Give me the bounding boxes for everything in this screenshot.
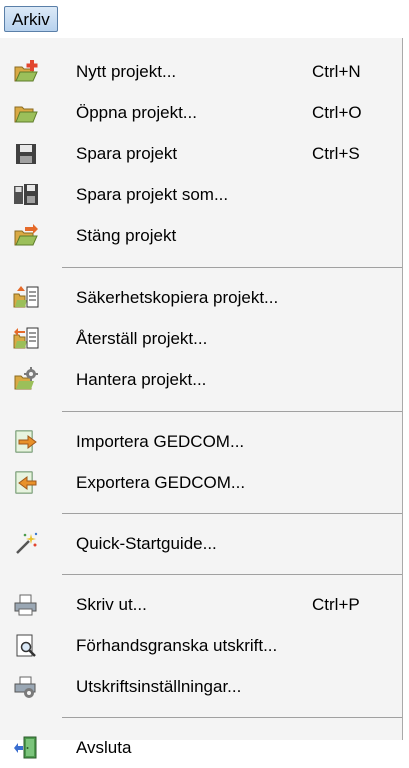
arkiv-menu-button[interactable]: Arkiv	[4, 6, 58, 32]
menu-separator	[62, 717, 402, 718]
restore-icon	[12, 325, 40, 353]
menu-item-label: Avsluta	[76, 738, 132, 757]
save-icon	[12, 140, 40, 168]
save-as-icon	[12, 181, 40, 209]
menu-item-label: Återställ projekt...	[76, 329, 208, 348]
close-project-icon	[12, 222, 40, 250]
menu-item-import-gedcom[interactable]: Importera GEDCOM...	[0, 422, 402, 462]
menu-item-label: Förhandsgranska utskrift...	[76, 636, 278, 655]
menu-item-label: Quick-Startguide...	[76, 534, 217, 553]
menu-item-quick-start-guide[interactable]: Quick-Startguide...	[0, 524, 402, 564]
print-preview-icon	[12, 632, 40, 660]
menu-item-close-project[interactable]: Stäng projekt	[0, 216, 402, 256]
exit-icon	[12, 734, 40, 762]
menu-item-label: Säkerhetskopiera projekt...	[76, 288, 279, 307]
menu-item-shortcut: Ctrl+N	[312, 62, 361, 81]
manage-projects-icon	[12, 366, 40, 394]
menu-item-label: Utskriftsinställningar...	[76, 677, 242, 696]
menubar: Arkiv	[0, 0, 409, 40]
menu-item-print-settings[interactable]: Utskriftsinställningar...	[0, 667, 402, 707]
import-icon	[12, 428, 40, 456]
menu-item-open-project[interactable]: Öppna projekt... Ctrl+O	[0, 93, 402, 133]
menu-item-manage-projects[interactable]: Hantera projekt...	[0, 360, 402, 400]
open-project-icon	[12, 99, 40, 127]
menu-separator	[62, 411, 402, 412]
menu-item-exit[interactable]: Avsluta	[0, 728, 402, 768]
menu-item-label: Öppna projekt...	[76, 103, 197, 122]
export-icon	[12, 469, 40, 497]
backup-icon	[12, 284, 40, 312]
new-project-icon	[12, 58, 40, 86]
menu-item-label: Exportera GEDCOM...	[76, 473, 246, 492]
menu-item-new-project[interactable]: Nytt projekt... Ctrl+N	[0, 52, 402, 92]
print-icon	[12, 591, 40, 619]
menu-item-restore-project[interactable]: Återställ projekt...	[0, 319, 402, 359]
file-menu-dropdown: Nytt projekt... Ctrl+N Öppna projekt... …	[0, 38, 403, 759]
menu-item-shortcut: Ctrl+S	[312, 144, 360, 163]
menu-item-shortcut: Ctrl+O	[312, 103, 362, 122]
menu-item-export-gedcom[interactable]: Exportera GEDCOM...	[0, 463, 402, 503]
menu-item-label: Nytt projekt...	[76, 62, 177, 81]
menu-item-backup-project[interactable]: Säkerhetskopiera projekt...	[0, 278, 402, 318]
menu-item-label: Stäng projekt	[76, 226, 177, 245]
menu-item-save-project[interactable]: Spara projekt Ctrl+S	[0, 134, 402, 174]
menu-item-label: Hantera projekt...	[76, 370, 207, 389]
menu-separator	[62, 267, 402, 268]
print-settings-icon	[12, 673, 40, 701]
menu-item-label: Importera GEDCOM...	[76, 432, 245, 451]
menu-item-print-preview[interactable]: Förhandsgranska utskrift...	[0, 626, 402, 666]
menu-item-label: Skriv ut...	[76, 595, 147, 614]
wizard-icon	[12, 530, 40, 558]
menu-item-save-project-as[interactable]: Spara projekt som...	[0, 175, 402, 215]
menu-item-print[interactable]: Skriv ut... Ctrl+P	[0, 585, 402, 625]
menu-separator	[62, 574, 402, 575]
menu-item-shortcut: Ctrl+P	[312, 595, 360, 614]
menu-item-label: Spara projekt	[76, 144, 178, 163]
menu-item-label: Spara projekt som...	[76, 185, 229, 204]
menu-separator	[62, 513, 402, 514]
